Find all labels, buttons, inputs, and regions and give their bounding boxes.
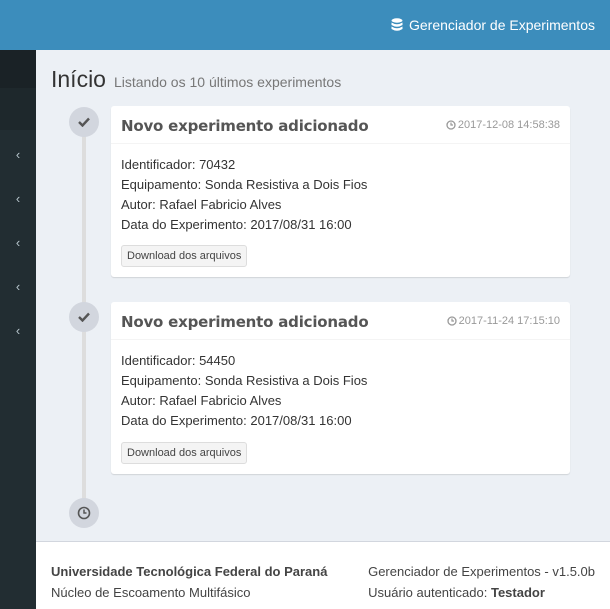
footer-user-label: Usuário autenticado: [368, 585, 488, 600]
top-navbar: Gerenciador de Experimentos [0, 0, 610, 50]
chevron-left-icon: ‹ [15, 322, 21, 338]
timeline-item-time-text: 2017-12-08 14:58:38 [457, 119, 560, 131]
page-footer: Universidade Tecnológica Federal do Para… [36, 541, 610, 609]
footer-user-name: Testador [490, 585, 545, 600]
check-icon [69, 107, 99, 137]
date-value: 2017/08/31 16:00 [250, 217, 352, 232]
chevron-left-icon: ‹ [15, 278, 21, 294]
chevron-left-icon: ‹ [15, 234, 21, 250]
database-icon [391, 18, 403, 31]
timeline-item-body: Identificador: 70432 Equipamento: Sonda … [111, 144, 570, 235]
author-value: Rafael Fabricio Alves [159, 393, 282, 408]
timeline-item-title: Novo experimento adicionado [121, 117, 369, 135]
clock-icon [69, 498, 99, 528]
timeline-item: Novo experimento adicionado 2017-12-08 1… [111, 106, 570, 277]
timeline-item-time: 2017-11-24 17:15:10 [447, 315, 560, 327]
experiment-id: Identificador: 54450 [121, 351, 560, 371]
experiment-author: Autor: Rafael Fabricio Alves [121, 195, 560, 215]
check-icon [69, 302, 99, 332]
footer-group: Núcleo de Escoamento Multifásico [51, 585, 251, 600]
timeline-item-title: Novo experimento adicionado [121, 313, 369, 331]
timeline-item-footer: Download dos arquivos [111, 235, 570, 277]
author-label: Autor: [121, 393, 156, 408]
timeline-item-time: 2017-12-08 14:58:38 [446, 119, 560, 131]
footer-right: Gerenciador de Experimentos - v1.5.0b Us… [368, 561, 595, 603]
experiment-date: Data do Experimento: 2017/08/31 16:00 [121, 411, 560, 431]
date-value: 2017/08/31 16:00 [250, 413, 352, 428]
page-title: Início [51, 66, 106, 92]
timeline-item-footer: Download dos arquivos [111, 431, 570, 474]
timeline-item-header: Novo experimento adicionado 2017-11-24 1… [111, 302, 570, 340]
experiment-id-value: 70432 [199, 157, 236, 172]
experiment-id: Identificador: 70432 [121, 155, 560, 175]
experiment-id-label: Identificador: [121, 353, 196, 368]
author-value: Rafael Fabricio Alves [159, 197, 282, 212]
author-label: Autor: [121, 197, 156, 212]
footer-app-version: Gerenciador de Experimentos - v1.5.0b [368, 564, 595, 579]
download-files-button[interactable]: Download dos arquivos [121, 442, 248, 464]
footer-user: Usuário autenticado: Testador [368, 582, 595, 603]
sidebar-item-4[interactable]: ‹ [0, 264, 36, 308]
download-files-button[interactable]: Download dos arquivos [121, 245, 248, 267]
sidebar: ‹ ‹ ‹ ‹ ‹ [0, 50, 36, 609]
main-content: Início Listando os 10 últimos experiment… [36, 50, 610, 541]
timeline-item: Novo experimento adicionado 2017-11-24 1… [111, 302, 570, 474]
equipment-value: Sonda Resistiva a Dois Fios [204, 177, 368, 192]
timeline-item-time-text: 2017-11-24 17:15:10 [458, 315, 560, 327]
equipment-label: Equipamento: [121, 373, 202, 388]
clock-icon [446, 120, 456, 130]
experiment-date: Data do Experimento: 2017/08/31 16:00 [121, 215, 560, 235]
page-subtitle: Listando os 10 últimos experimentos [113, 74, 342, 90]
date-label: Data do Experimento: [121, 217, 247, 232]
app-brand-link[interactable]: Gerenciador de Experimentos [391, 0, 595, 50]
equipment-label: Equipamento: [121, 177, 202, 192]
sidebar-item-1[interactable]: ‹ [0, 132, 36, 176]
timeline-item-body: Identificador: 54450 Equipamento: Sonda … [111, 340, 570, 431]
experiment-equipment: Equipamento: Sonda Resistiva a Dois Fios [121, 175, 560, 195]
clock-icon [447, 316, 457, 326]
sidebar-user-panel [0, 50, 36, 88]
page-header: Início Listando os 10 últimos experiment… [51, 66, 341, 93]
chevron-left-icon: ‹ [15, 190, 21, 206]
app-brand-label: Gerenciador de Experimentos [409, 17, 595, 33]
sidebar-item-5[interactable]: ‹ [0, 308, 36, 352]
equipment-value: Sonda Resistiva a Dois Fios [204, 373, 368, 388]
experiment-id-value: 54450 [199, 353, 236, 368]
chevron-left-icon: ‹ [15, 146, 21, 162]
experiment-equipment: Equipamento: Sonda Resistiva a Dois Fios [121, 371, 560, 391]
date-label: Data do Experimento: [121, 413, 247, 428]
timeline-item-header: Novo experimento adicionado 2017-12-08 1… [111, 106, 570, 144]
experiment-id-label: Identificador: [121, 157, 196, 172]
footer-university: Universidade Tecnológica Federal do Para… [51, 564, 328, 579]
sidebar-search[interactable] [0, 88, 36, 130]
sidebar-item-2[interactable]: ‹ [0, 176, 36, 220]
sidebar-item-3[interactable]: ‹ [0, 220, 36, 264]
footer-left: Universidade Tecnológica Federal do Para… [51, 561, 327, 603]
experiment-author: Autor: Rafael Fabricio Alves [121, 391, 560, 411]
